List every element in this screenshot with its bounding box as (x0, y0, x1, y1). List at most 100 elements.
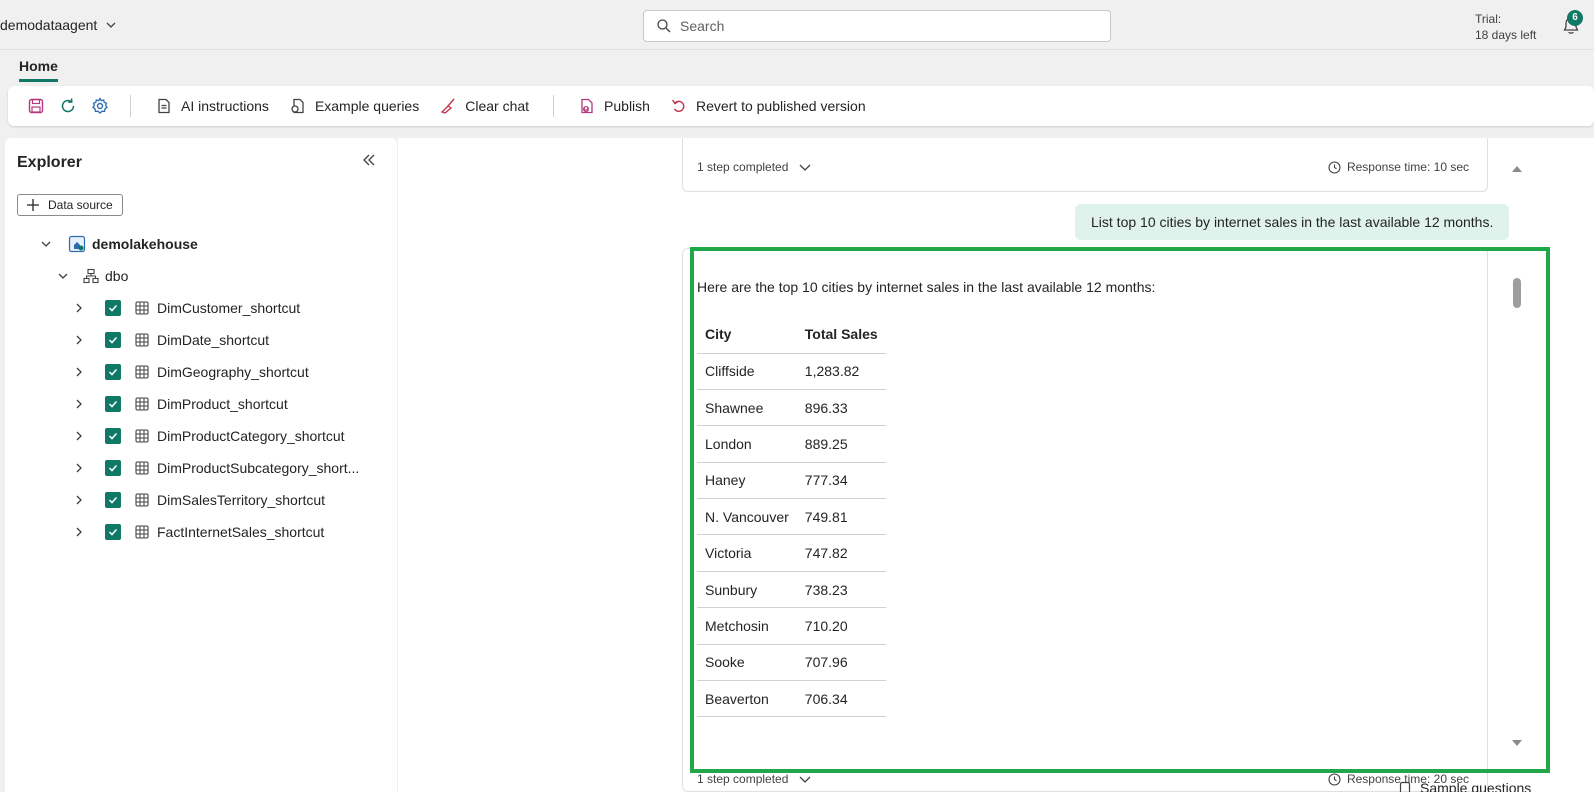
table-icon (135, 525, 149, 539)
table-row: N. Vancouver 749.81 (697, 498, 886, 536)
revert-label: Revert to published version (695, 98, 866, 114)
steps-toggle[interactable]: 1 step completed (697, 160, 812, 174)
tree-item-table[interactable]: DimGeography_shortcut (71, 360, 309, 384)
table-name: DimCustomer_shortcut (157, 300, 301, 316)
tree-item-schema[interactable]: dbo (55, 264, 128, 288)
tree-item-lakehouse[interactable]: demolakehouse (38, 232, 198, 256)
table-checkbox[interactable] (105, 332, 121, 348)
cell-total-sales: 1,283.82 (796, 353, 886, 390)
chevron-right-icon[interactable] (71, 460, 87, 476)
table-row: London 889.25 (697, 425, 886, 463)
tree-item-table[interactable]: DimSalesTerritory_shortcut (71, 488, 325, 512)
chevron-right-icon[interactable] (71, 428, 87, 444)
search-input[interactable]: Search (643, 10, 1111, 42)
table-name: FactInternetSales_shortcut (157, 524, 325, 540)
table-icon (135, 365, 149, 379)
workspace-switcher[interactable]: demodataagent (0, 17, 117, 33)
schema-name: dbo (105, 268, 129, 284)
cell-total-sales: 777.34 (796, 462, 886, 500)
tree-item-table[interactable]: DimProductCategory_shortcut (71, 424, 345, 448)
chevron-right-icon[interactable] (71, 364, 87, 380)
tree-item-table[interactable]: FactInternetSales_shortcut (71, 520, 324, 544)
chat-scrollbar[interactable] (1512, 162, 1524, 762)
trial-days-left: 18 days left (1475, 28, 1537, 42)
chevron-down-icon[interactable] (38, 236, 54, 252)
table-row: Haney 777.34 (697, 462, 886, 500)
cell-total-sales: 747.82 (796, 534, 886, 572)
sample-questions-button[interactable]: Sample questions (1398, 780, 1531, 792)
chevron-right-icon[interactable] (71, 492, 87, 508)
save-button[interactable] (20, 90, 52, 122)
lakehouse-icon (68, 235, 86, 253)
chevron-right-icon[interactable] (71, 396, 87, 412)
cell-city: Sooke (697, 644, 797, 682)
explorer-panel: Explorer Data source demolakehouse dbo D… (5, 138, 397, 792)
refresh-button[interactable] (52, 90, 84, 122)
table-icon (135, 493, 149, 507)
cell-city: Shawnee (697, 389, 797, 427)
publish-label: Publish (604, 98, 650, 114)
steps-toggle[interactable]: 1 step completed (697, 772, 812, 786)
table-name: DimDate_shortcut (157, 332, 270, 348)
chevron-down-icon[interactable] (55, 268, 71, 284)
ai-instructions-label: AI instructions (181, 98, 269, 114)
steps-completed-label: 1 step completed (697, 772, 789, 786)
tree-item-table[interactable]: DimProduct_shortcut (71, 392, 288, 416)
chevron-right-icon[interactable] (71, 524, 87, 540)
settings-button[interactable] (84, 90, 116, 122)
user-message-bubble: List top 10 cities by internet sales in … (1075, 204, 1510, 240)
chevron-down-icon (106, 22, 116, 28)
table-checkbox[interactable] (105, 492, 121, 508)
clear-chat-label: Clear chat (465, 98, 530, 114)
table-checkbox[interactable] (105, 364, 121, 380)
table-checkbox[interactable] (105, 396, 121, 412)
cell-total-sales: 749.81 (796, 498, 886, 536)
tab-home[interactable]: Home (19, 58, 58, 82)
table-checkbox[interactable] (105, 428, 121, 444)
clipboard-icon (1399, 781, 1411, 792)
clear-chat-button[interactable]: Clear chat (429, 90, 539, 122)
table-icon (135, 461, 149, 475)
table-checkbox[interactable] (105, 300, 121, 316)
table-checkbox[interactable] (105, 460, 121, 476)
cell-city: Sunbury (697, 571, 797, 609)
steps-completed-label: 1 step completed (697, 160, 789, 174)
chevron-right-icon[interactable] (71, 332, 87, 348)
scroll-down-arrow[interactable] (1512, 740, 1522, 746)
tree-item-table[interactable]: DimDate_shortcut (71, 328, 269, 352)
table-name: DimSalesTerritory_shortcut (157, 492, 326, 508)
explorer-title: Explorer (17, 154, 82, 171)
cell-city: N. Vancouver (697, 498, 797, 536)
lakehouse-name: demolakehouse (92, 236, 198, 252)
cell-total-sales: 896.33 (796, 389, 886, 427)
table-checkbox[interactable] (105, 524, 121, 540)
table-icon (135, 429, 149, 443)
table-row: Sunbury 738.23 (697, 571, 886, 609)
trial-label: Trial: (1475, 12, 1502, 26)
query-doc-icon (291, 98, 304, 114)
revert-button[interactable]: Revert to published version (660, 90, 876, 122)
cell-total-sales: 707.96 (796, 644, 886, 682)
table-icon (135, 397, 149, 411)
chevron-right-icon[interactable] (71, 300, 87, 316)
tree-item-table[interactable]: DimCustomer_shortcut (71, 296, 300, 320)
example-queries-button[interactable]: Example queries (279, 90, 429, 122)
trial-status[interactable]: Trial: 18 days left (1475, 11, 1536, 43)
tree-item-table[interactable]: DimProductSubcategory_short... (71, 456, 359, 480)
results-table: City Total Sales Cliffside 1,283.82 Shawn… (697, 315, 886, 718)
publish-button[interactable]: Publish (568, 90, 660, 122)
chevron-down-icon (799, 776, 811, 783)
ai-instructions-button[interactable]: AI instructions (145, 90, 279, 122)
cell-city: Beaverton (697, 680, 797, 718)
cell-city: London (697, 425, 797, 463)
table-icon (135, 301, 149, 315)
save-icon (28, 98, 44, 114)
scroll-up-arrow[interactable] (1512, 166, 1522, 172)
clock-icon (1328, 160, 1341, 174)
add-data-source-button[interactable]: Data source (17, 194, 123, 216)
cell-total-sales: 889.25 (796, 425, 886, 463)
scroll-thumb[interactable] (1513, 278, 1521, 308)
collapse-panel-icon[interactable] (361, 152, 377, 168)
cell-city: Victoria (697, 534, 797, 572)
publish-icon (581, 98, 593, 114)
